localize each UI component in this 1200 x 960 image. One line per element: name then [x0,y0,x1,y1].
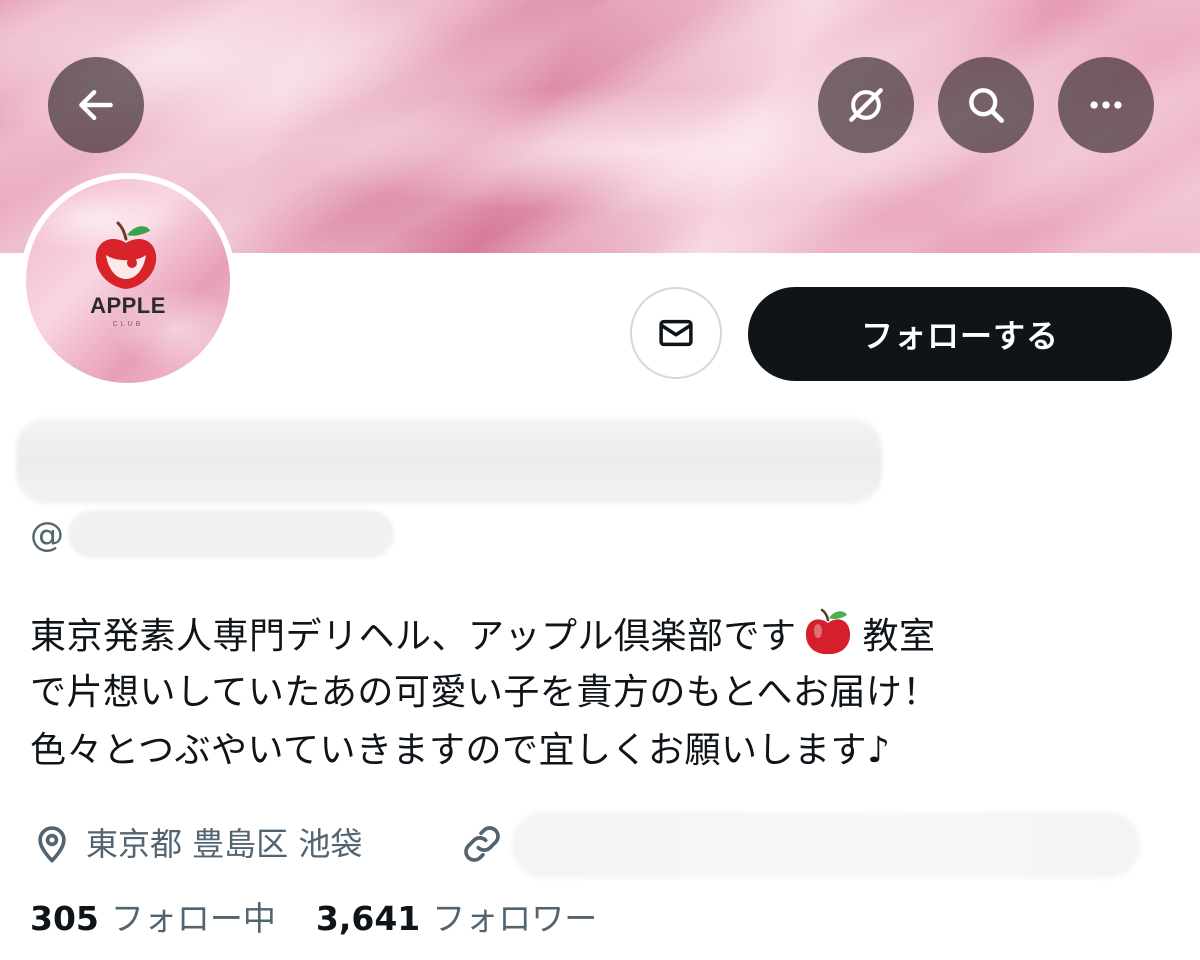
profile-bio: 東京発素人専門デリヘル、アップル倶楽部です 教室 で片想いしていたあの可愛い子を… [30,606,1170,780]
message-button[interactable] [630,287,722,379]
grok-slash-icon [849,88,883,122]
display-name-redacted [16,418,882,504]
follow-button[interactable]: フォローする [748,287,1172,381]
search-button[interactable] [938,57,1034,153]
link-icon [464,826,500,862]
bio-line: で片想いしていたあの可愛い子を貴方のもとへお届け！ [30,672,939,713]
following-count: 305 [30,899,99,938]
apple-logo-icon [95,221,157,289]
bio-line: 色々とつぶやいていきますので宜しくお願いします♪ [30,730,891,771]
search-icon [969,88,1004,123]
avatar-image: APPLE CLUB [26,179,230,383]
followers-link[interactable]: 3,641 フォロワー [316,899,597,938]
handle-prefix: @ [30,515,64,555]
avatar[interactable]: APPLE CLUB [20,173,236,389]
more-dots-icon [1090,101,1122,109]
arrow-left-icon [79,89,113,121]
red-apple-emoji-icon [805,608,850,655]
handle-redacted [68,510,394,558]
bio-text: 東京発素人専門デリヘル、アップル倶楽部です [30,616,797,657]
grok-button[interactable] [818,57,914,153]
brand-name: APPLE [90,293,166,318]
following-link[interactable]: 305 フォロー中 [30,899,276,938]
follow-stats: 305 フォロー中 3,641 フォロワー [30,896,597,942]
bio-text: 教室 [862,616,936,657]
location-pin-icon [38,826,66,864]
more-options-button[interactable] [1058,57,1154,153]
envelope-icon [659,319,693,347]
bio-line: 東京発素人専門デリヘル、アップル倶楽部です 教室 [30,606,1170,664]
followers-label: フォロワー [432,899,598,938]
username: @ [30,510,394,558]
back-button[interactable] [48,57,144,153]
following-label: フォロー中 [110,899,276,938]
followers-count: 3,641 [315,899,421,938]
brand-subtitle: CLUB [112,321,144,328]
profile-meta: 東京都 豊島区 池袋 [30,812,1170,878]
location-text: 東京都 豊島区 池袋 [86,825,363,863]
website-link-redacted[interactable] [512,812,1140,878]
